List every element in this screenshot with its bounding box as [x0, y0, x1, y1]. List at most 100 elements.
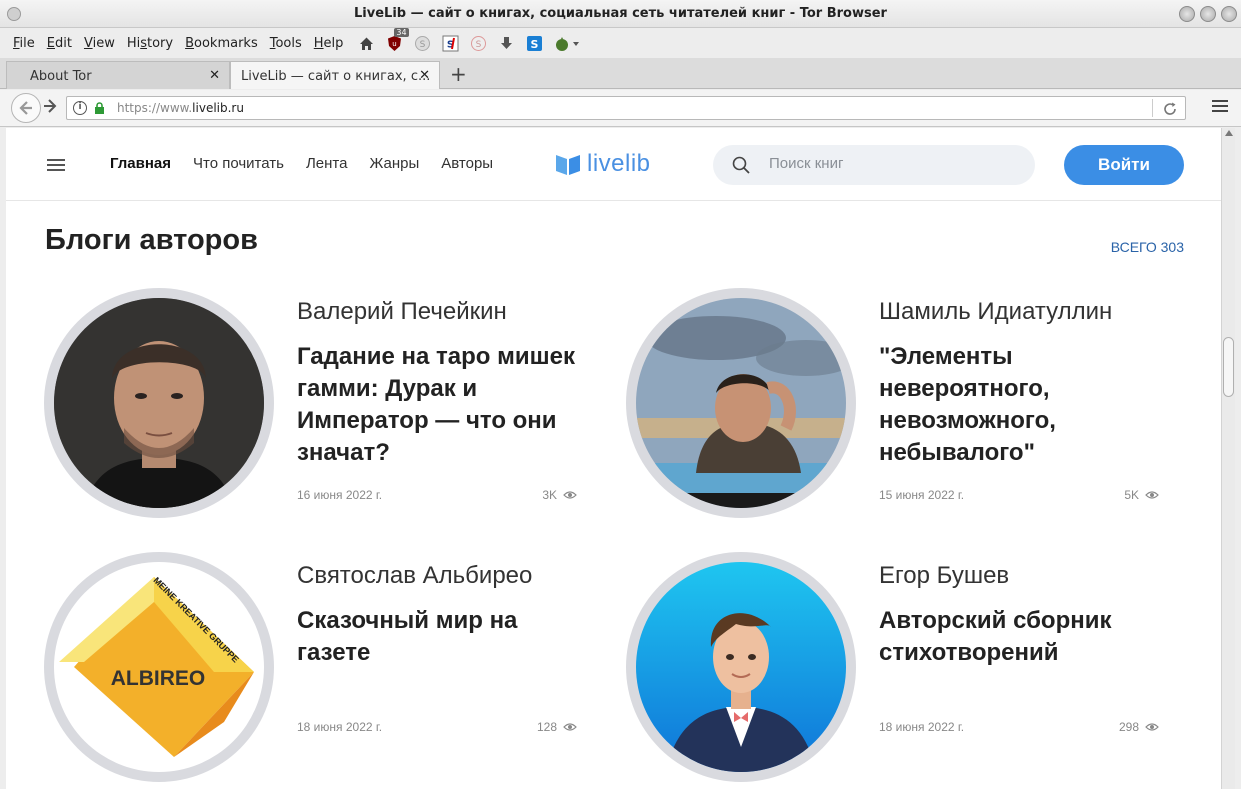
post-title[interactable]: Гадание на таро мишек гамми: Дурак и Имп… [297, 341, 587, 469]
back-button[interactable] [11, 93, 41, 123]
avatar[interactable] [626, 552, 856, 782]
tor-onion-icon[interactable] [554, 35, 580, 52]
avatar[interactable] [44, 288, 274, 518]
total-link[interactable]: ВСЕГО 303 [1111, 239, 1184, 255]
minimize-button[interactable] [1179, 6, 1195, 22]
post-date: 18 июня 2022 г. [297, 720, 383, 734]
post-date: 15 июня 2022 г. [879, 488, 965, 502]
post-title[interactable]: Авторский сборник стихотворений [879, 605, 1169, 669]
menu-bar: File Edit View History Bookmarks Tools H… [0, 28, 1241, 58]
view-count: 128 [537, 720, 577, 734]
site-header: Главная Что почитать Лента Жанры Авторы … [6, 128, 1221, 201]
new-tab-button[interactable]: + [450, 62, 467, 86]
url-text[interactable]: https://www.livelib.ru [117, 101, 244, 115]
blog-card[interactable]: Егор Бушев Авторский сборник стихотворен… [626, 552, 1186, 789]
site-info-icon[interactable]: i [73, 101, 87, 115]
search-icon [732, 156, 750, 174]
close-tab-icon[interactable]: ✕ [419, 68, 430, 83]
author-photo [636, 298, 846, 508]
nav-what-to-read[interactable]: Что почитать [193, 155, 284, 172]
page-viewport: Главная Что почитать Лента Жанры Авторы … [6, 128, 1221, 789]
svg-text:u: u [393, 40, 397, 48]
close-window-button[interactable] [1221, 6, 1237, 22]
nav-genres[interactable]: Жанры [369, 155, 419, 172]
hamburger-menu-icon[interactable] [47, 159, 65, 172]
logo-text: livelib [587, 150, 651, 177]
view-count: 298 [1119, 720, 1159, 734]
window-titlebar: LiveLib — сайт о книгах, социальная сеть… [0, 0, 1241, 28]
author-name[interactable]: Святослав Альбирео [297, 562, 532, 590]
author-avatar-illustration [636, 562, 846, 772]
site-nav: Главная Что почитать Лента Жанры Авторы [110, 155, 493, 172]
svg-text:S: S [476, 40, 482, 50]
address-bar[interactable]: i https://www.livelib.ru [66, 96, 1186, 120]
author-name[interactable]: Егор Бушев [879, 562, 1009, 590]
nav-home[interactable]: Главная [110, 155, 171, 172]
close-tab-icon[interactable]: ✕ [209, 68, 220, 83]
post-date: 18 июня 2022 г. [879, 720, 965, 734]
ublock-icon[interactable]: u 34 [386, 28, 409, 52]
tab-strip: About Tor ✕ LiveLib — сайт о книгах, с..… [0, 58, 1241, 89]
tab-label: About Tor [30, 69, 92, 84]
menu-file[interactable]: File [8, 36, 40, 51]
section-title: Блоги авторов [45, 224, 258, 256]
noscript-icon[interactable]: S [442, 35, 459, 52]
nav-feed[interactable]: Лента [306, 155, 348, 172]
home-icon[interactable] [358, 35, 375, 52]
forward-button[interactable] [43, 99, 57, 117]
avatar[interactable] [626, 288, 856, 518]
menu-view[interactable]: View [79, 36, 120, 51]
menu-history[interactable]: History [122, 36, 178, 51]
svg-text:S: S [420, 40, 426, 50]
tab-livelib[interactable]: LiveLib — сайт о книгах, с... ✕ [230, 61, 440, 89]
blog-card[interactable]: ALBIREO MEINE KREATIVE GRUPPE Святослав … [44, 552, 604, 789]
back-arrow-icon [19, 101, 32, 115]
eye-icon [1145, 723, 1159, 731]
ublock-badge: 34 [394, 28, 409, 37]
address-separator [1152, 99, 1153, 117]
book-logo-icon [556, 155, 580, 175]
login-button[interactable]: Войти [1064, 145, 1184, 185]
post-title[interactable]: "Элементы невероятного, невозможного, не… [879, 341, 1169, 469]
window-title: LiveLib — сайт о книгах, социальная сеть… [354, 6, 887, 21]
avatar[interactable]: ALBIREO MEINE KREATIVE GRUPPE [44, 552, 274, 782]
menu-help[interactable]: Help [309, 36, 349, 51]
author-name[interactable]: Валерий Печейкин [297, 298, 507, 326]
search-box[interactable]: Поиск книг [713, 145, 1035, 185]
svg-text:S: S [531, 38, 539, 51]
author-name[interactable]: Шамиль Идиатуллин [879, 298, 1112, 326]
view-count: 5K [1124, 488, 1159, 502]
eye-icon [1145, 491, 1159, 499]
menu-tools[interactable]: Tools [265, 36, 307, 51]
tab-label: LiveLib — сайт о книгах, с... [241, 69, 431, 84]
open-menu-icon[interactable] [1212, 100, 1228, 114]
forward-arrow-icon [44, 99, 57, 113]
post-date: 16 июня 2022 г. [297, 488, 383, 502]
blog-card[interactable]: Валерий Печейкин Гадание на таро мишек г… [44, 288, 604, 528]
menu-bookmarks[interactable]: Bookmarks [180, 36, 263, 51]
page-scrollbar[interactable] [1221, 128, 1235, 789]
nav-authors[interactable]: Авторы [441, 155, 493, 172]
download-icon[interactable] [498, 35, 515, 52]
livelib-logo[interactable]: livelib [555, 150, 651, 178]
blog-card[interactable]: Шамиль Идиатуллин "Элементы невероятного… [626, 288, 1186, 528]
privacy-icon[interactable]: S [414, 35, 431, 52]
svg-text:ALBIREO: ALBIREO [111, 667, 206, 690]
eye-icon [563, 491, 577, 499]
navigation-bar: i https://www.livelib.ru [0, 90, 1241, 127]
reload-icon[interactable] [1163, 99, 1177, 120]
disabled-icon[interactable]: S [470, 35, 487, 52]
view-count: 3K [542, 488, 577, 502]
author-logo-image: ALBIREO MEINE KREATIVE GRUPPE [54, 562, 264, 772]
lock-icon[interactable] [94, 102, 105, 114]
scroll-thumb[interactable] [1223, 337, 1234, 397]
maximize-button[interactable] [1200, 6, 1216, 22]
eye-icon [563, 723, 577, 731]
post-title[interactable]: Сказочный мир на газете [297, 605, 587, 669]
scroll-up-icon[interactable] [1225, 130, 1233, 136]
author-photo [54, 298, 264, 508]
tab-about-tor[interactable]: About Tor ✕ [6, 61, 230, 89]
menu-edit[interactable]: Edit [42, 36, 77, 51]
search-input[interactable]: Поиск книг [769, 155, 843, 172]
s-extension-icon[interactable]: S [526, 35, 543, 52]
